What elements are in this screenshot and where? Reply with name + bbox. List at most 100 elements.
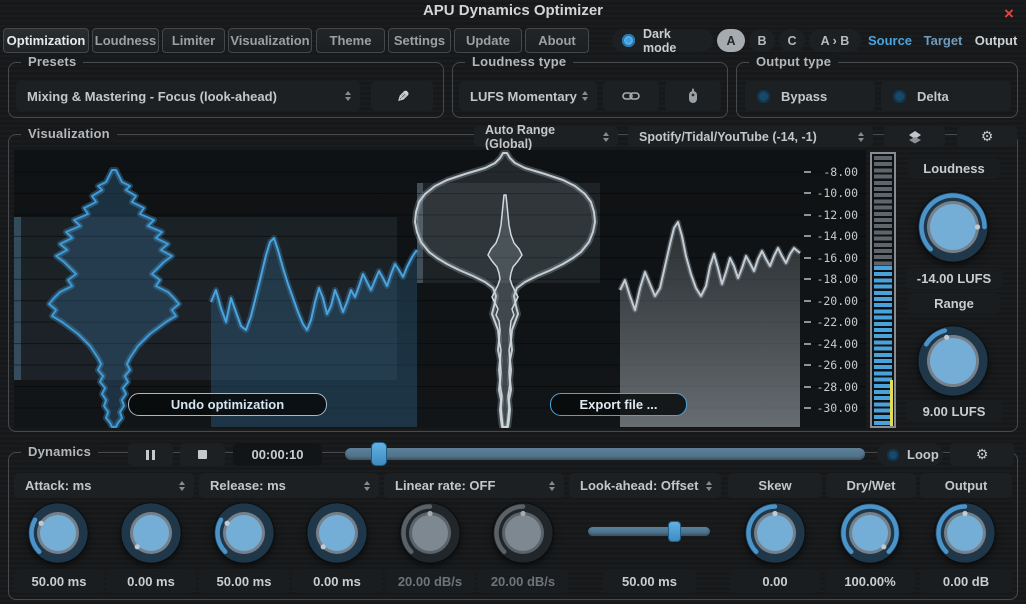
dark-mode-toggle[interactable]: Dark mode xyxy=(612,27,713,55)
monitor-output-button[interactable]: Output xyxy=(971,29,1021,52)
scale-label: -26.00 xyxy=(816,358,858,373)
playback-position-slider[interactable] xyxy=(345,448,865,460)
link-channels-button[interactable] xyxy=(603,81,659,111)
target-range-value[interactable]: 9.00 LUFS xyxy=(906,400,1002,422)
scale-label: -20.00 xyxy=(816,293,858,308)
look-ahead-handle[interactable] xyxy=(668,521,681,542)
attack-mode-value: Attack: ms xyxy=(25,478,92,493)
updown-arrows-icon xyxy=(364,480,370,491)
look-ahead-value: Look-ahead: Offset xyxy=(580,478,699,493)
skew-value[interactable]: 0.00 xyxy=(730,569,820,593)
delta-label: Delta xyxy=(917,88,949,104)
monitor-target-button[interactable]: Target xyxy=(919,29,967,52)
preset-slot-b-button[interactable]: B xyxy=(749,29,775,52)
loudness-type-legend: Loudness type xyxy=(465,54,574,69)
presets-legend: Presets xyxy=(21,54,84,69)
release-mode-value: Release: ms xyxy=(210,478,286,493)
stop-button[interactable] xyxy=(180,443,225,466)
gear-icon: ⚙ xyxy=(980,128,994,145)
loudness-type-select[interactable]: LUFS Momentary xyxy=(459,81,597,111)
release-mode-select[interactable]: Release: ms xyxy=(199,473,379,498)
tab-visualization[interactable]: Visualization xyxy=(228,28,312,53)
scale-label: -22.00 xyxy=(816,315,858,330)
dry-wet-value[interactable]: 100.00% xyxy=(825,569,915,593)
attack2-knob[interactable] xyxy=(213,502,275,564)
scale-label: -24.00 xyxy=(816,336,858,351)
visualization-legend: Visualization xyxy=(21,126,117,141)
updown-arrows-icon xyxy=(603,131,609,142)
tab-settings[interactable]: Settings xyxy=(388,28,451,53)
look-ahead-select[interactable]: Look-ahead: Offset xyxy=(569,473,721,498)
release-value[interactable]: 0.00 ms xyxy=(106,569,196,593)
bypass-radio-icon xyxy=(757,89,770,103)
edit-preset-button[interactable]: ✎ xyxy=(371,81,433,111)
scale-label: -14.00 xyxy=(816,229,858,244)
updown-arrows-icon xyxy=(706,480,712,491)
layers-button[interactable] xyxy=(884,126,945,147)
dynamics-legend: Dynamics xyxy=(21,444,99,459)
rate-down-value: 20.00 dB/s xyxy=(478,569,568,593)
tab-about[interactable]: About xyxy=(525,28,589,53)
tab-limiter[interactable]: Limiter xyxy=(162,28,225,53)
attack2-value[interactable]: 50.00 ms xyxy=(199,569,289,593)
attack-knob[interactable] xyxy=(27,502,89,564)
preset-slot-a-button[interactable]: A xyxy=(717,29,745,52)
target-range-knob[interactable] xyxy=(917,325,989,397)
loop-radio-icon xyxy=(887,448,899,461)
tab-optimization[interactable]: Optimization xyxy=(3,28,89,53)
preset-select-value: Mixing & Mastering - Focus (look-ahead) xyxy=(27,88,277,104)
playback-position-handle[interactable] xyxy=(371,442,387,466)
release2-value[interactable]: 0.00 ms xyxy=(292,569,382,593)
rate-down-knob xyxy=(492,502,554,564)
skew-knob[interactable] xyxy=(744,502,806,564)
look-ahead-value[interactable]: 50.00 ms xyxy=(603,569,696,593)
preset-select[interactable]: Mixing & Mastering - Focus (look-ahead) xyxy=(16,81,360,111)
tab-theme[interactable]: Theme xyxy=(316,28,385,53)
stop-icon xyxy=(198,450,207,459)
loudness-type-value: LUFS Momentary xyxy=(470,88,577,104)
target-preset-value: Spotify/Tidal/YouTube (-14, -1) xyxy=(639,129,817,144)
pause-button[interactable] xyxy=(128,443,173,466)
timer-button[interactable] xyxy=(665,81,721,111)
release-knob[interactable] xyxy=(120,502,182,564)
export-file-button[interactable]: Export file ... xyxy=(550,393,687,416)
bypass-toggle[interactable]: Bypass xyxy=(745,81,875,111)
linear-rate-select[interactable]: Linear rate: OFF xyxy=(384,473,564,498)
layers-icon xyxy=(908,130,921,143)
loudness-type-group: Loudness type LUFS Momentary xyxy=(452,54,728,118)
preset-slot-c-button[interactable]: C xyxy=(779,29,805,52)
link-icon xyxy=(622,92,640,100)
copy-a-to-b-button[interactable]: A › B xyxy=(809,29,861,52)
target-loudness-knob[interactable] xyxy=(917,191,989,263)
release2-knob[interactable] xyxy=(306,502,368,564)
bypass-label: Bypass xyxy=(781,88,828,104)
target-preset-select[interactable]: Spotify/Tidal/YouTube (-14, -1) xyxy=(628,126,873,147)
loudness-meter xyxy=(870,152,896,428)
undo-optimization-button[interactable]: Undo optimization xyxy=(128,393,327,416)
delta-toggle[interactable]: Delta xyxy=(881,81,1011,111)
updown-arrows-icon xyxy=(179,480,185,491)
output-knob[interactable] xyxy=(934,502,996,564)
visualization-settings-button[interactable]: ⚙ xyxy=(957,126,1017,147)
target-loudness-value[interactable]: -14.00 LUFS xyxy=(906,268,1002,289)
close-icon[interactable]: × xyxy=(998,4,1020,24)
updown-arrows-icon xyxy=(582,91,588,101)
tab-update[interactable]: Update xyxy=(454,28,522,53)
loop-toggle[interactable]: Loop xyxy=(877,443,943,466)
rate-up-knob xyxy=(399,502,461,564)
loudness-knob-label: Loudness xyxy=(908,158,1000,179)
monitor-source-button[interactable]: Source xyxy=(866,29,914,52)
linear-rate-value: Linear rate: OFF xyxy=(395,478,496,493)
time-display[interactable]: 00:00:10 xyxy=(233,443,322,466)
dynamics-settings-button[interactable]: ⚙ xyxy=(950,443,1014,466)
attack-value[interactable]: 50.00 ms xyxy=(14,569,104,593)
rate-up-value: 20.00 dB/s xyxy=(385,569,475,593)
range-mode-select[interactable]: Auto Range (Global) xyxy=(474,123,618,151)
attack-mode-select[interactable]: Attack: ms xyxy=(14,473,194,498)
dry-wet-knob[interactable] xyxy=(839,502,901,564)
output-value[interactable]: 0.00 dB xyxy=(920,569,1012,593)
output-type-group: Output type Bypass Delta xyxy=(736,54,1018,118)
look-ahead-slider[interactable] xyxy=(588,527,710,536)
range-mode-value: Auto Range (Global) xyxy=(485,122,556,151)
tab-loudness[interactable]: Loudness xyxy=(92,28,159,53)
